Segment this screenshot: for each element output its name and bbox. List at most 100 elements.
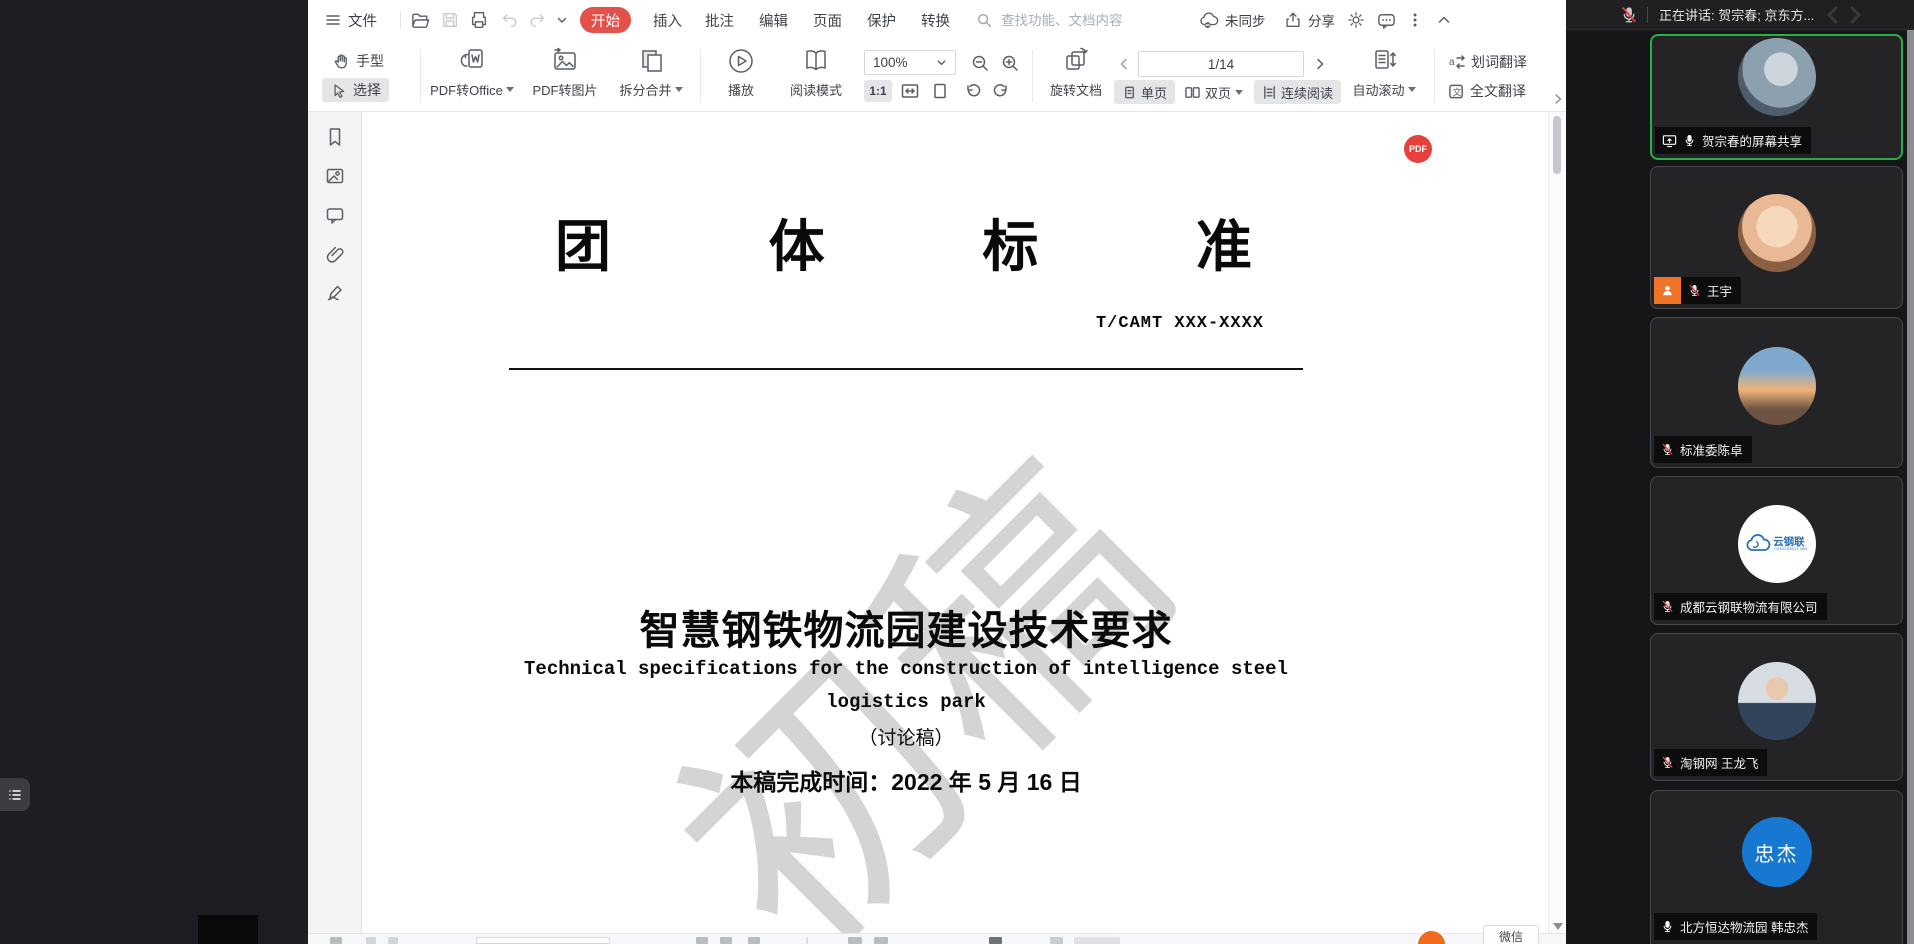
quickbar-more-button[interactable]	[556, 0, 568, 40]
single-page-label: 单页	[1141, 83, 1167, 102]
status-icon[interactable]	[1074, 937, 1120, 944]
more-menu-button[interactable]	[1408, 0, 1422, 40]
panel-scrollbar[interactable]	[1907, 30, 1914, 944]
read-mode-button[interactable]: 阅读模式	[776, 46, 856, 99]
comment-icon[interactable]	[324, 204, 346, 226]
continuous-read-button[interactable]: 连续阅读	[1254, 80, 1341, 104]
select-tool-button[interactable]: 选择	[322, 78, 389, 102]
play-button[interactable]: 播放	[708, 46, 774, 99]
rotate-doc-button[interactable]: 旋转文档	[1040, 46, 1112, 99]
status-icon[interactable]	[989, 937, 1002, 944]
sync-status[interactable]: 未同步	[1198, 0, 1266, 40]
fit-page-button[interactable]	[928, 80, 952, 102]
topbar-mic-muted-icon[interactable]	[1620, 6, 1638, 24]
signature-icon[interactable]	[324, 282, 346, 304]
completion-date-line: 本稿完成时间：2022 年 5 月 16 日	[509, 763, 1303, 797]
collapse-ribbon-button[interactable]	[1436, 0, 1452, 40]
wechat-taskbar-tip[interactable]: 微信	[1483, 925, 1539, 944]
document-page[interactable]: 初稿 PDF 团 体 标 准 T/CAMT XXX-XXXX 智慧钢铁物流园建设…	[362, 112, 1548, 933]
pdf-to-image-button[interactable]: PDF转图片	[522, 46, 608, 99]
mic-muted-icon	[1661, 755, 1674, 770]
prev-page-button[interactable]	[1114, 52, 1134, 76]
divider	[420, 50, 421, 102]
zoom-value: 100%	[873, 55, 908, 70]
play-icon	[726, 46, 756, 76]
search-icon	[976, 12, 992, 28]
undo-button[interactable]	[499, 0, 519, 40]
participant-tile-yungang[interactable]: 云钢联 YUNGANGLIAN 成都云钢联物流有限公司	[1650, 476, 1903, 625]
rotate-cw-icon	[993, 82, 1011, 100]
full-translate-button[interactable]: 文 全文翻译	[1446, 79, 1550, 103]
participant-tile-wanglongfei[interactable]: 淘钢网 王龙飞	[1650, 633, 1903, 781]
tab-convert[interactable]: 转换	[910, 7, 961, 33]
image-thumbnail-icon[interactable]	[324, 165, 346, 187]
print-button[interactable]	[469, 0, 489, 40]
auto-scroll-button[interactable]: 自动滚动	[1348, 46, 1420, 99]
search-box[interactable]	[976, 8, 1166, 32]
double-page-button[interactable]: 双页	[1176, 80, 1251, 104]
logo-subtext: YUNGANGLIAN	[1773, 547, 1808, 551]
zoom-out-button[interactable]	[968, 51, 992, 75]
tab-home[interactable]: 开始	[580, 7, 631, 33]
redo-button[interactable]	[528, 0, 548, 40]
status-icon[interactable]	[366, 937, 376, 944]
zoom-level-select[interactable]: 100%	[864, 50, 956, 75]
participant-tile-wangyu[interactable]: 王宇	[1650, 166, 1903, 309]
save-button[interactable]	[440, 0, 460, 40]
history-forward-icon[interactable]	[1844, 4, 1866, 26]
tab-page[interactable]: 页面	[802, 7, 853, 33]
participant-tile-chenzhuo[interactable]: 标准委陈卓	[1650, 317, 1903, 468]
scroll-down-arrow[interactable]	[1553, 923, 1563, 930]
avatar	[1738, 347, 1816, 425]
search-input[interactable]	[999, 12, 1149, 29]
ribbon-expand-button[interactable]	[1552, 92, 1564, 106]
zoom-in-button[interactable]	[998, 51, 1022, 75]
heading-char: 准	[1196, 216, 1252, 278]
status-icon[interactable]	[388, 937, 398, 944]
share-icon	[1283, 10, 1303, 30]
tab-annotate[interactable]: 批注	[694, 7, 745, 33]
rotate-left-button[interactable]	[960, 80, 984, 102]
divider	[806, 937, 808, 944]
pdf-app-badge[interactable]: PDF	[1404, 135, 1432, 163]
tab-protect[interactable]: 保护	[856, 7, 907, 33]
status-icon[interactable]	[330, 937, 342, 944]
scrollbar-thumb[interactable]	[1553, 116, 1561, 174]
status-icon[interactable]	[848, 937, 862, 944]
rotate-right-button[interactable]	[990, 80, 1014, 102]
attachment-icon[interactable]	[324, 243, 346, 265]
open-button[interactable]	[410, 0, 431, 40]
participant-tile-hanzhongjie[interactable]: 忠杰 北方恒达物流园 韩忠杰	[1650, 790, 1903, 944]
participant-tile-hezongchun-share[interactable]: 贺宗春的屏幕共享	[1650, 34, 1903, 160]
mic-muted-icon	[1661, 442, 1674, 457]
history-back-icon[interactable]	[1822, 4, 1844, 26]
status-icon[interactable]	[696, 937, 708, 944]
fit-width-button[interactable]	[898, 80, 922, 102]
split-merge-button[interactable]: 拆分合并	[610, 46, 692, 99]
page-indicator-box[interactable]: 1/14	[1138, 51, 1304, 77]
settings-button[interactable]	[1346, 0, 1366, 40]
status-icon[interactable]	[1050, 937, 1063, 944]
next-page-button[interactable]	[1310, 52, 1330, 76]
status-icon[interactable]	[720, 937, 732, 944]
single-page-button[interactable]: 单页	[1114, 80, 1175, 104]
pdf-to-image-label: PDF转图片	[532, 80, 597, 99]
participant-name: 成都云钢联物流有限公司	[1680, 597, 1818, 616]
participant-name: 淘钢网 王龙飞	[1680, 753, 1758, 772]
meeting-list-button[interactable]	[0, 778, 30, 811]
feedback-button[interactable]	[1376, 0, 1397, 40]
pdf-to-office-button[interactable]: PDF转Office	[426, 46, 518, 99]
document-scrollbar[interactable]	[1548, 112, 1564, 933]
printer-icon	[469, 10, 489, 30]
tab-insert[interactable]: 插入	[642, 7, 693, 33]
actual-size-button[interactable]: 1:1	[864, 80, 892, 102]
status-icon[interactable]	[874, 937, 888, 944]
hand-tool-button[interactable]: 手型	[324, 49, 392, 73]
status-page-box[interactable]	[476, 937, 610, 944]
file-menu[interactable]: 文件	[324, 0, 377, 40]
share-button[interactable]: 分享	[1283, 0, 1335, 40]
bookmark-icon[interactable]	[324, 126, 346, 148]
status-icon[interactable]	[748, 937, 760, 944]
word-translate-button[interactable]: a 划词翻译	[1446, 50, 1550, 74]
tab-edit[interactable]: 编辑	[748, 7, 799, 33]
